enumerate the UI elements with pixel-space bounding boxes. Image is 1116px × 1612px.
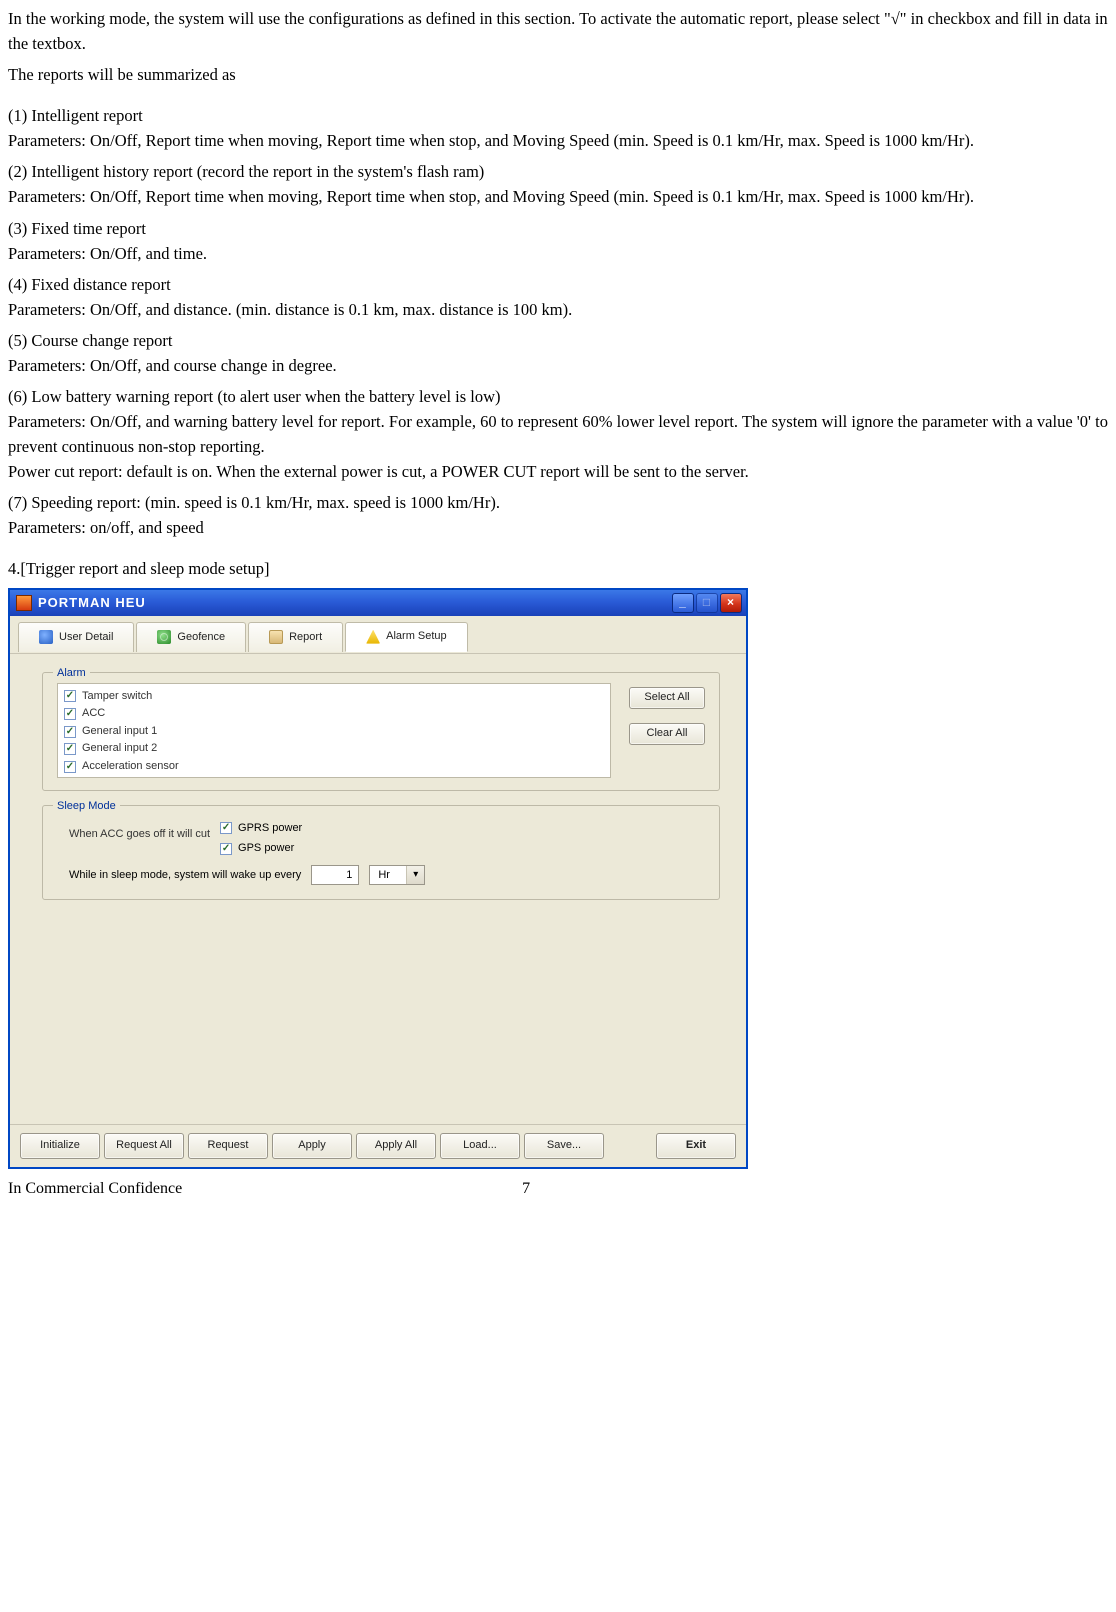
alarm-legend: Alarm bbox=[53, 665, 90, 682]
checkbox-icon[interactable] bbox=[220, 843, 232, 855]
load-button[interactable]: Load... bbox=[440, 1133, 520, 1159]
report-icon bbox=[269, 630, 283, 644]
exit-button[interactable]: Exit bbox=[656, 1133, 736, 1159]
alarm-item-label: General input 1 bbox=[82, 723, 157, 741]
report-3-title: (3) Fixed time report bbox=[8, 216, 1110, 241]
globe-icon bbox=[157, 630, 171, 644]
tab-user-detail[interactable]: User Detail bbox=[18, 622, 134, 652]
tab-report[interactable]: Report bbox=[248, 622, 343, 652]
report-4-title: (4) Fixed distance report bbox=[8, 272, 1110, 297]
minimize-button[interactable]: _ bbox=[672, 593, 694, 613]
app-icon bbox=[16, 595, 32, 611]
alarm-item-label: ACC bbox=[82, 705, 105, 723]
app-window: PORTMAN HEU _ □ × User Detail Geofence R… bbox=[8, 588, 748, 1169]
report-6-title: (6) Low battery warning report (to alert… bbox=[8, 384, 1110, 409]
select-all-button[interactable]: Select All bbox=[629, 687, 705, 709]
chevron-down-icon[interactable]: ▾ bbox=[406, 866, 424, 884]
footer-left: In Commercial Confidence bbox=[8, 1177, 182, 1201]
bottom-toolbar: Initialize Request All Request Apply App… bbox=[10, 1124, 746, 1167]
titlebar: PORTMAN HEU _ □ × bbox=[10, 590, 746, 616]
alarm-icon bbox=[366, 630, 380, 644]
intro-paragraph-2: The reports will be summarized as bbox=[8, 62, 1110, 87]
report-2-desc: Parameters: On/Off, Report time when mov… bbox=[8, 184, 1110, 209]
report-5-desc: Parameters: On/Off, and course change in… bbox=[8, 353, 1110, 378]
window-title: PORTMAN HEU bbox=[38, 593, 146, 613]
checkbox-icon[interactable] bbox=[220, 822, 232, 834]
wake-interval-unit-combo[interactable]: Hr ▾ bbox=[369, 865, 425, 885]
checkbox-icon[interactable] bbox=[64, 726, 76, 738]
tab-bar: User Detail Geofence Report Alarm Setup bbox=[10, 616, 746, 654]
alarm-item[interactable]: ACC bbox=[64, 705, 604, 723]
apply-all-button[interactable]: Apply All bbox=[356, 1133, 436, 1159]
tab-label: User Detail bbox=[59, 629, 113, 646]
alarm-item[interactable]: Acceleration sensor bbox=[64, 758, 604, 776]
apply-button[interactable]: Apply bbox=[272, 1133, 352, 1159]
checkbox-icon[interactable] bbox=[64, 708, 76, 720]
tab-label: Geofence bbox=[177, 629, 225, 646]
wake-interval-input[interactable]: 1 bbox=[311, 865, 359, 885]
option-label: GPS power bbox=[238, 840, 294, 857]
report-2-title: (2) Intelligent history report (record t… bbox=[8, 159, 1110, 184]
maximize-button[interactable]: □ bbox=[696, 593, 718, 613]
report-1-desc: Parameters: On/Off, Report time when mov… bbox=[8, 128, 1110, 153]
checkbox-icon[interactable] bbox=[64, 690, 76, 702]
tab-label: Alarm Setup bbox=[386, 628, 447, 645]
save-button[interactable]: Save... bbox=[524, 1133, 604, 1159]
user-icon bbox=[39, 630, 53, 644]
clear-all-button[interactable]: Clear All bbox=[629, 723, 705, 745]
report-4-desc: Parameters: On/Off, and distance. (min. … bbox=[8, 297, 1110, 322]
initialize-button[interactable]: Initialize bbox=[20, 1133, 100, 1159]
report-6-desc-1: Parameters: On/Off, and warning battery … bbox=[8, 409, 1110, 459]
close-button[interactable]: × bbox=[720, 593, 742, 613]
checkbox-icon[interactable] bbox=[64, 743, 76, 755]
alarm-groupbox: Alarm Tamper switch ACC General input 1 … bbox=[42, 672, 720, 791]
option-label: GPRS power bbox=[238, 820, 302, 837]
gprs-power-option[interactable]: GPRS power bbox=[220, 820, 302, 837]
alarm-item[interactable]: General input 2 bbox=[64, 740, 604, 758]
sleep-mode-groupbox: Sleep Mode When ACC goes off it will cut… bbox=[42, 805, 720, 900]
report-7-title: (7) Speeding report: (min. speed is 0.1 … bbox=[8, 490, 1110, 515]
sleep-row2-label: While in sleep mode, system will wake up… bbox=[69, 867, 301, 884]
request-button[interactable]: Request bbox=[188, 1133, 268, 1159]
combo-value: Hr bbox=[370, 867, 406, 884]
alarm-item-label: Acceleration sensor bbox=[82, 758, 179, 776]
sleep-row1-label: When ACC goes off it will cut bbox=[69, 820, 210, 843]
report-7-desc: Parameters: on/off, and speed bbox=[8, 515, 1110, 540]
alarm-item-label: Tamper switch bbox=[82, 688, 152, 706]
request-all-button[interactable]: Request All bbox=[104, 1133, 184, 1159]
checkbox-icon[interactable] bbox=[64, 761, 76, 773]
alarm-item-label: General input 2 bbox=[82, 740, 157, 758]
screenshot-caption: 4.[Trigger report and sleep mode setup] bbox=[8, 556, 1110, 581]
report-6-desc-2: Power cut report: default is on. When th… bbox=[8, 459, 1110, 484]
intro-paragraph-1: In the working mode, the system will use… bbox=[8, 6, 1110, 56]
tab-label: Report bbox=[289, 629, 322, 646]
alarm-item[interactable]: General input 1 bbox=[64, 723, 604, 741]
alarm-list[interactable]: Tamper switch ACC General input 1 Genera… bbox=[57, 683, 611, 778]
sleep-legend: Sleep Mode bbox=[53, 798, 120, 815]
alarm-item[interactable]: Tamper switch bbox=[64, 688, 604, 706]
tab-alarm-setup[interactable]: Alarm Setup bbox=[345, 622, 468, 652]
report-1-title: (1) Intelligent report bbox=[8, 103, 1110, 128]
gps-power-option[interactable]: GPS power bbox=[220, 840, 302, 857]
tab-geofence[interactable]: Geofence bbox=[136, 622, 246, 652]
page-number: 7 bbox=[522, 1177, 530, 1201]
report-5-title: (5) Course change report bbox=[8, 328, 1110, 353]
report-3-desc: Parameters: On/Off, and time. bbox=[8, 241, 1110, 266]
